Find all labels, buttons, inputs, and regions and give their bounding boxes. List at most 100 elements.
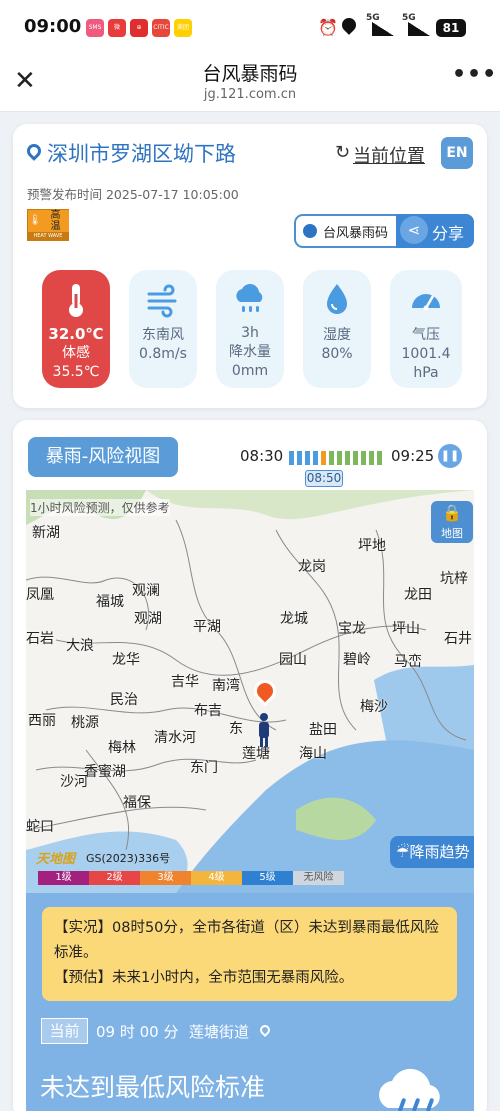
page-title: 台风暴雨码 [202,63,298,85]
map-place-label: 民治 [110,692,138,708]
timeline-tick[interactable] [377,451,382,465]
metric-precipitation[interactable]: 3h 降水量 0mm [216,270,284,388]
language-button[interactable]: EN [441,137,473,169]
legend-item: 无风险 [293,871,344,885]
timeline-tick[interactable] [321,451,326,465]
current-position-link[interactable]: 当前位置 [353,142,425,168]
map-place-label: 龙华 [112,652,140,668]
timeline-tick[interactable] [345,451,350,465]
risk-legend: 1级 2级 3级 4级 5级 无风险 [38,871,344,885]
map-place-label: 梅林 [108,740,136,756]
timeline-tick[interactable] [313,451,318,465]
map-place-label: 蛇口 [26,819,54,835]
timeline-tick[interactable] [337,451,342,465]
metric-precip-label: 降水量 [229,344,271,360]
timeline-tick[interactable] [369,451,374,465]
battery-icon: 81 [436,19,466,37]
metric-feels-like-value: 35.5℃ [52,364,100,380]
timeline-tick[interactable] [329,451,334,465]
map-place-label: 凤凰 [26,587,54,603]
timeline-tick[interactable] [353,451,358,465]
map-place-label: 清水河 [154,730,196,746]
legend-item: 1级 [38,871,89,885]
refresh-icon[interactable]: ↻ [335,142,350,163]
map-place-label: 海山 [299,746,327,762]
more-menu-icon[interactable]: ••• [452,62,497,87]
metric-humidity[interactable]: 湿度 80% [303,270,371,388]
share-button[interactable]: ⋖ 分享 [396,214,474,248]
map-place-label: 东 [229,721,243,737]
map-place-label: 吉华 [171,674,199,690]
risk-detail-panel: 【实况】08时50分，全市各街道（区）未达到暴雨最低风险标准。 【预估】未来1小… [26,893,474,1111]
app-shortcut-icon-0: SMS [86,19,104,37]
person-icon [256,712,272,748]
pressure-gauge-icon [412,294,440,311]
street-pin-icon [257,1022,273,1038]
map-layer-button[interactable]: 🔒 地图 [431,501,473,543]
map-place-label: 观湖 [134,611,162,627]
metric-pressure-unit: hPa [413,365,439,381]
timeline-tick[interactable] [361,451,366,465]
map-place-label: 观澜 [132,583,160,599]
location-address[interactable]: 深圳市罗湖区坳下路 [47,138,236,168]
wind-icon [147,284,177,318]
timeline-start: 08:30 [240,447,284,465]
map-place-label: 龙岗 [298,559,326,575]
metric-temperature[interactable]: 32.0℃ 体感 35.5℃ [42,270,110,388]
app-shortcut-icon-2: ⊕ [130,19,148,37]
timeline-end: 09:25 [391,447,435,465]
close-icon[interactable]: ✕ [14,66,36,96]
map-place-label: 梅沙 [360,699,388,715]
heat-warning-badge[interactable]: 🌡 高温 HEAT WAVE [27,209,69,241]
thermometer-icon [69,284,83,317]
map-place-label: 马峦 [394,654,422,670]
risk-notice-box: 【实况】08时50分，全市各街道（区）未达到暴雨最低风险标准。 【预估】未来1小… [42,907,457,1001]
timeline-tick[interactable] [305,451,310,465]
metric-humidity-label: 湿度 [323,327,351,343]
timeline-slider[interactable] [289,451,383,465]
app-shortcut-icon-3: CITIC [152,19,170,37]
map-place-label: 龙田 [404,587,432,603]
metric-wind-direction: 东南风 [142,327,184,343]
metric-humidity-value: 80% [321,346,353,362]
current-time: 09 时 00 分 [96,1023,179,1041]
metric-wind[interactable]: 东南风 0.8m/s [129,270,197,388]
alarm-icon: ⏰ [318,18,338,37]
lock-icon: 🔒 [442,503,462,522]
legend-item: 2级 [89,871,140,885]
timeline-tick[interactable] [289,451,294,465]
map-place-label: 坪地 [358,538,386,554]
location-pin-icon [24,141,44,161]
timeline-current: 08:50 [305,470,343,487]
heat-warning-caption: HEAT WAVE [28,232,68,241]
map-place-label: 坪山 [392,621,420,637]
title-bar: ✕ 台风暴雨码 jg.121.com.cn ••• [0,56,500,112]
app-shortcut-icon-1: 微 [108,19,126,37]
status-time: 09:00 [24,16,82,37]
location-status-icon [339,15,359,35]
share-bar[interactable]: 台风暴雨码 ⋖ 分享 [294,214,474,248]
rain-trend-button[interactable]: ☔降雨趋势 [390,836,474,868]
heat-warning-text: 高温 [42,210,69,232]
pause-icon[interactable]: ❚❚ [438,444,462,468]
risk-map[interactable]: 新湖 坪地 龙岗 坑梓 凤凰 福城 观澜 龙田 观湖 平湖 龙城 宝龙 坪山 石岩 大浪 石井 龙华 园山 碧岭 马峦… [26,490,474,893]
map-place-label: 宝龙 [338,621,366,637]
map-note: 1小时风险预测，仅供参考 [30,499,170,516]
thermometer-small-icon: 🌡 [28,210,42,232]
risk-view-title[interactable]: 暴雨-风险视图 [28,437,178,477]
map-place-label: 石井 [444,631,472,647]
map-place-label: 石岩 [26,631,54,647]
metric-temperature-value: 32.0℃ [48,325,104,343]
rain-cloud-large-icon [379,1068,440,1111]
legend-item: 5级 [242,871,293,885]
legend-item: 4级 [191,871,242,885]
map-brand-logo: 天地图 [36,852,76,867]
humidity-drop-icon [327,284,347,314]
map-place-label: 园山 [279,652,307,668]
map-place-label: 桃源 [71,715,99,731]
issue-time: 预警发布时间 2025-07-17 10:05:00 [27,187,239,202]
metric-pressure[interactable]: 气压 1001.4 hPa [390,270,462,388]
typhoon-code-icon [303,224,317,238]
status-app-icons: SMS 微 ⊕ CITIC 美团 [86,19,192,37]
timeline-tick[interactable] [297,451,302,465]
